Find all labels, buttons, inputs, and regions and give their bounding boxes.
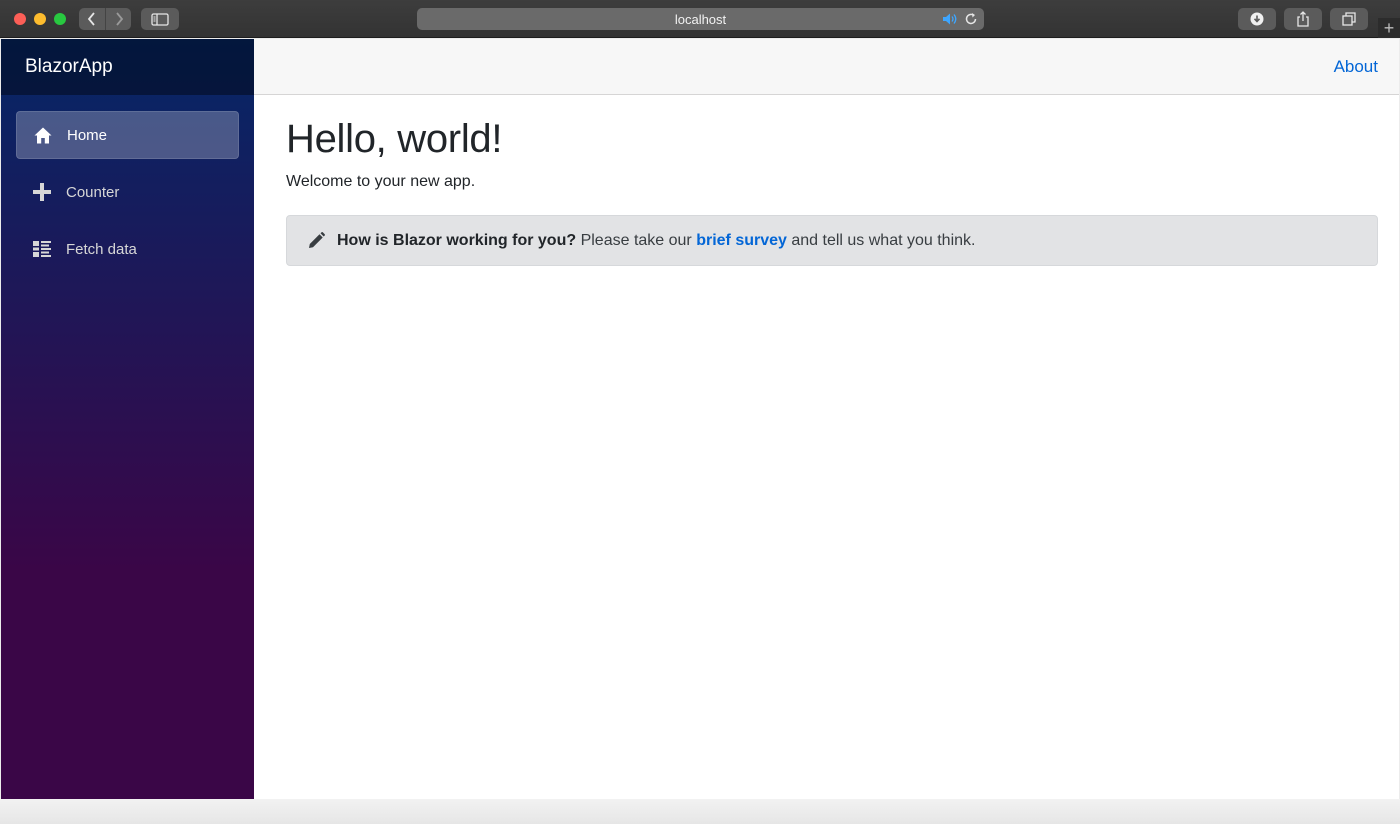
- nav-item-label: Home: [67, 126, 108, 144]
- sidebar-toggle-button[interactable]: [141, 8, 179, 30]
- window-bottom-edge: [0, 799, 1400, 824]
- page-viewport: BlazorApp Home Counter Fetch data About …: [1, 39, 1399, 799]
- show-tabs-button[interactable]: [1330, 8, 1368, 30]
- nav-item-label: Fetch data: [66, 240, 137, 258]
- forward-button[interactable]: [105, 8, 131, 30]
- speaker-icon[interactable]: [942, 12, 958, 29]
- new-tab-button[interactable]: +: [1378, 18, 1400, 38]
- home-icon: [33, 125, 53, 145]
- survey-prompt: How is Blazor working for you? Please ta…: [286, 215, 1378, 266]
- browser-window: localhost + BlazorApp Home Counter Fetch…: [0, 0, 1400, 824]
- minimize-window-button[interactable]: [34, 13, 46, 25]
- nav-item-fetch-data[interactable]: Fetch data: [16, 225, 239, 273]
- back-button[interactable]: [79, 8, 105, 30]
- survey-text-after: and tell us what you think.: [786, 231, 976, 249]
- main-area: About Hello, world! Welcome to your new …: [254, 39, 1399, 799]
- brand-bar: BlazorApp: [1, 39, 254, 95]
- nav-item-label: Counter: [66, 183, 120, 201]
- chevron-left-icon: [87, 12, 95, 26]
- app-sidebar: BlazorApp Home Counter Fetch data: [1, 39, 254, 799]
- maximize-window-button[interactable]: [54, 13, 66, 25]
- survey-question: How is Blazor working for you?: [337, 231, 577, 249]
- chevron-right-icon: [115, 12, 123, 26]
- survey-text: How is Blazor working for you? Please ta…: [337, 232, 975, 250]
- plus-icon: [32, 182, 52, 202]
- download-button[interactable]: [1238, 8, 1276, 30]
- welcome-text: Welcome to your new app.: [286, 173, 476, 190]
- history-nav-group: [79, 8, 131, 30]
- page-title: Hello, world!: [286, 117, 503, 161]
- share-button[interactable]: [1284, 8, 1322, 30]
- pencil-icon: [307, 232, 325, 250]
- about-link[interactable]: About: [1334, 57, 1378, 77]
- nav-item-home[interactable]: Home: [16, 111, 239, 159]
- reload-icon[interactable]: [964, 12, 978, 29]
- brand-link[interactable]: BlazorApp: [25, 56, 113, 78]
- browser-titlebar: localhost +: [0, 0, 1400, 38]
- tabs-icon: [1342, 12, 1356, 26]
- list-icon: [32, 239, 52, 259]
- download-icon: [1250, 12, 1264, 26]
- survey-text-before: Please take our: [576, 231, 697, 249]
- top-row: About: [254, 39, 1399, 95]
- address-url: localhost: [674, 11, 727, 27]
- sidebar-icon: [151, 12, 169, 26]
- survey-link[interactable]: brief survey: [696, 232, 787, 249]
- content: Hello, world! Welcome to your new app. H…: [254, 95, 1399, 266]
- address-bar[interactable]: localhost: [417, 8, 984, 30]
- close-window-button[interactable]: [14, 13, 26, 25]
- nav-item-counter[interactable]: Counter: [16, 168, 239, 216]
- share-icon: [1297, 11, 1309, 27]
- nav-menu: Home Counter Fetch data: [1, 95, 254, 273]
